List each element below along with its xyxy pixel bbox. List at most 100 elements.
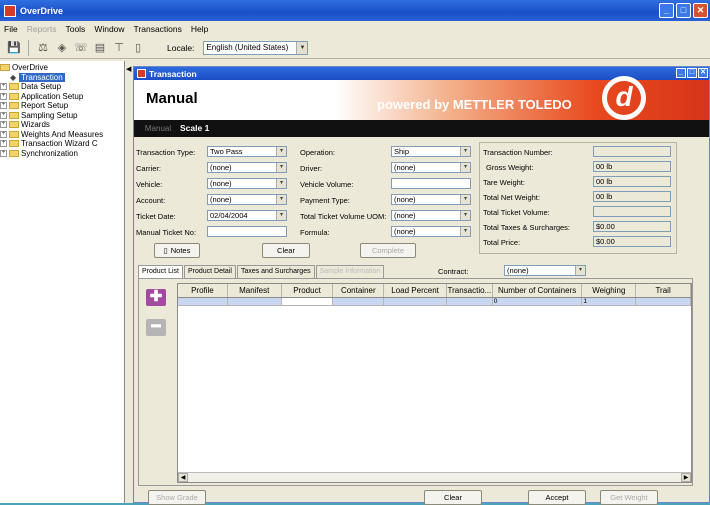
col-profile[interactable]: Profile (178, 284, 228, 297)
complete-button[interactable]: Complete (360, 243, 416, 258)
expand-icon[interactable]: + (0, 111, 7, 119)
notes-button[interactable]: ▯ Notes (154, 243, 200, 258)
folder-icon (0, 64, 10, 72)
total-ticket-volume-label: Total Ticket Volume: (483, 208, 550, 217)
ticket-date-field[interactable]: 02/04/2004 (207, 210, 287, 221)
account-select[interactable]: (none) (207, 194, 287, 205)
scroll-right-icon[interactable]: ▶ (681, 473, 691, 482)
scroll-left-icon[interactable]: ◀ (178, 473, 188, 482)
cell-manifest[interactable] (228, 298, 282, 305)
tree-item-label: Report Setup (21, 101, 69, 111)
tree-item-data-setup[interactable]: + Data Setup (0, 82, 124, 92)
folder-icon (9, 140, 19, 148)
total-price-label: Total Price: (483, 238, 521, 247)
cell-container[interactable] (333, 298, 385, 305)
tree-item-weights-and-measures[interactable]: + Weights And Measures (0, 130, 124, 140)
menu-file[interactable]: File (4, 24, 18, 34)
tree-root[interactable]: OverDrive (0, 63, 124, 73)
cell-product[interactable] (281, 298, 334, 305)
cell-weighing[interactable]: 1 (582, 298, 637, 305)
cell-trail[interactable] (636, 298, 691, 305)
contract-select[interactable]: (none) (504, 265, 586, 276)
document-icon[interactable]: ▯ (130, 40, 146, 56)
menu-help[interactable]: Help (191, 24, 208, 34)
expand-icon[interactable]: + (0, 121, 7, 129)
expand-icon[interactable]: + (0, 149, 7, 157)
col-trail[interactable]: Trail (636, 284, 691, 297)
tree-item-label: Wizards (21, 120, 50, 130)
get-weight-label: Get Weight (610, 493, 648, 502)
tab-sample-information[interactable]: Sample Information (315, 265, 385, 278)
remove-row-icon[interactable]: ━ (146, 319, 166, 336)
tab-scale-1[interactable]: Scale 1 (180, 121, 209, 136)
minimize-button[interactable]: _ (659, 3, 674, 18)
carrier-select[interactable]: (none) (207, 162, 287, 173)
phone-icon[interactable]: ☏ (73, 40, 89, 56)
tab-product-detail[interactable]: Product Detail (183, 265, 236, 278)
payment-type-select[interactable]: (none) (391, 194, 471, 205)
scale-icon[interactable]: ⚖ (35, 40, 51, 56)
tab-taxes-and-surcharges[interactable]: Taxes and Surcharges (236, 265, 315, 278)
formula-value: (none) (394, 227, 416, 236)
save-icon[interactable]: 💾 (6, 40, 22, 56)
total-ticket-volume-uom-select[interactable]: (none) (391, 210, 471, 221)
tag-icon[interactable]: ◈ (54, 40, 70, 56)
vehicle-volume-input[interactable] (391, 178, 471, 189)
operation-select[interactable]: Ship (391, 146, 471, 157)
menu-tools[interactable]: Tools (65, 24, 85, 34)
tree-item-wizards[interactable]: + Wizards (0, 120, 124, 130)
chevron-down-icon[interactable]: ▼ (296, 41, 308, 54)
col-weighing[interactable]: Weighing (582, 284, 637, 297)
filter-icon[interactable]: ⊤ (111, 40, 127, 56)
tab-manual[interactable]: Manual (140, 121, 176, 136)
cell-number-of-containers[interactable]: 0 (493, 298, 583, 305)
horizontal-scrollbar[interactable]: ◀ ▶ (178, 472, 691, 482)
col-product[interactable]: Product (282, 284, 334, 297)
expand-icon[interactable]: + (0, 102, 7, 110)
locale-select[interactable]: English (United States) ▼ (203, 40, 309, 55)
close-button[interactable]: ✕ (693, 3, 708, 18)
expand-icon[interactable]: + (0, 83, 7, 91)
tree-item-application-setup[interactable]: + Application Setup (0, 92, 124, 102)
cell-load-percent[interactable] (384, 298, 447, 305)
menu-window[interactable]: Window (94, 24, 124, 34)
formula-select[interactable]: (none) (391, 226, 471, 237)
menu-transactions[interactable]: Transactions (134, 24, 182, 34)
col-manifest[interactable]: Manifest (228, 284, 282, 297)
col-load-percent[interactable]: Load Percent (384, 284, 447, 297)
summary-panel: Transaction Number: Gross Weight: 00 lb … (479, 142, 677, 254)
maximize-button[interactable]: □ (676, 3, 691, 18)
driver-select[interactable]: (none) (391, 162, 471, 173)
tab-product-list[interactable]: Product List (138, 265, 183, 278)
folder-icon (9, 92, 19, 100)
collapse-arrow-icon[interactable]: ◀ (126, 65, 131, 73)
expand-icon[interactable]: + (0, 92, 7, 100)
tree-item-sampling-setup[interactable]: + Sampling Setup (0, 111, 124, 121)
col-transaction[interactable]: Transactio... (447, 284, 493, 297)
clear-top-button[interactable]: Clear (262, 243, 310, 258)
child-minimize-button[interactable]: _ (676, 68, 686, 78)
table-row[interactable]: 0 1 (178, 298, 691, 306)
splitter[interactable]: ◀ (125, 61, 133, 503)
product-list-panel: ✚ ━ Profile Manifest Product Container L… (138, 278, 693, 486)
payment-type-label: Payment Type: (300, 196, 350, 205)
expand-icon[interactable]: + (0, 130, 7, 138)
tree-item-transaction[interactable]: ◆ Transaction (0, 72, 124, 83)
manual-ticket-input[interactable] (207, 226, 287, 237)
child-maximize-button[interactable]: □ (687, 68, 697, 78)
expand-icon[interactable]: + (0, 140, 7, 148)
vehicle-select[interactable]: (none) (207, 178, 287, 189)
child-close-button[interactable]: ✕ (698, 68, 708, 78)
col-container[interactable]: Container (333, 284, 385, 297)
transaction-type-select[interactable]: Two Pass (207, 146, 287, 157)
tree-item-report-setup[interactable]: + Report Setup (0, 101, 124, 111)
add-row-icon[interactable]: ✚ (146, 289, 166, 306)
tree-item-synchronization[interactable]: + Synchronization (0, 149, 124, 159)
folder-icon (9, 111, 19, 119)
col-number-of-containers[interactable]: Number of Containers (493, 284, 583, 297)
vehicle-value: (none) (210, 179, 232, 188)
cell-transaction[interactable] (447, 298, 493, 305)
tree-item-transaction-wizard[interactable]: + Transaction Wizard C (0, 139, 124, 149)
paste-icon[interactable]: ▤ (92, 40, 108, 56)
cell-profile[interactable] (178, 298, 228, 305)
